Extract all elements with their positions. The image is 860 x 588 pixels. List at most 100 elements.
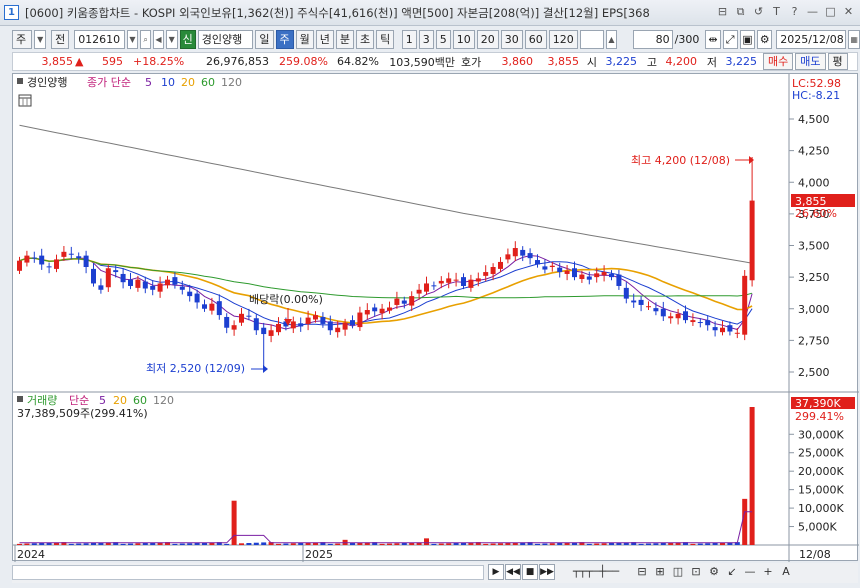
chart-scrollbar[interactable] <box>12 565 484 580</box>
layout-b-icon[interactable]: ⊞ <box>652 564 668 580</box>
layout-d-icon[interactable]: ⊡ <box>688 564 704 580</box>
interval-20[interactable]: 20 <box>476 29 499 49</box>
candle-body <box>527 253 533 259</box>
layout-c-icon[interactable]: ◫ <box>670 564 686 580</box>
volume-bar <box>749 407 755 545</box>
interval-5[interactable]: 5 <box>435 29 451 49</box>
eval-button[interactable]: 평 <box>827 53 848 70</box>
view-select[interactable]: 전 <box>51 29 70 49</box>
interval-spin-icon[interactable]: ▲ <box>605 29 618 49</box>
calendar-icon[interactable] <box>18 94 32 107</box>
font-icon[interactable]: A <box>778 564 794 580</box>
price-legend-ma120: 120 <box>221 76 242 89</box>
period-tick[interactable]: 틱 <box>376 29 395 49</box>
ma-line <box>19 124 753 264</box>
count-input[interactable]: 80 <box>633 29 673 49</box>
interval-1[interactable]: 1 <box>401 29 417 49</box>
interval-3[interactable]: 3 <box>418 29 434 49</box>
rewind-button[interactable]: ◀◀ <box>505 564 521 580</box>
candle-body <box>379 308 385 314</box>
calendar-icon[interactable]: ▦ <box>848 29 860 49</box>
zoom-out-icon[interactable]: — <box>742 564 758 580</box>
play-button[interactable]: ▶ <box>488 564 504 580</box>
period-week[interactable]: 주 <box>275 29 294 49</box>
volume-bar <box>490 543 496 545</box>
volume-bar <box>549 543 555 545</box>
zoom-in-icon[interactable]: + <box>760 564 776 580</box>
volume-bar <box>298 543 304 545</box>
volume-bar <box>83 543 89 545</box>
volume-tick-label: 5,000K <box>798 521 837 534</box>
market-select[interactable]: 주 <box>12 29 33 49</box>
code-dropdown-icon[interactable]: ▼ <box>126 29 139 49</box>
speaker-icon[interactable]: ◀ <box>153 29 164 49</box>
chart-area[interactable]: 경인양행 종가 단순 5 10 20 60 120 LC:52.98 HC:-8… <box>12 73 859 562</box>
candle-body <box>142 281 148 289</box>
amount-value: 103,590백만 <box>389 55 455 69</box>
code-input[interactable]: 012610 <box>74 29 125 49</box>
zoom-slider-icon[interactable]: ┬┬┬─┼── <box>560 564 632 580</box>
speaker-dropdown-icon[interactable]: ▼ <box>165 29 178 49</box>
candle-body <box>113 270 119 273</box>
period-day[interactable]: 일 <box>255 29 274 49</box>
help-icon[interactable]: ? <box>787 4 802 20</box>
period-month[interactable]: 월 <box>295 29 314 49</box>
price-tick-label: 2,750 <box>798 334 830 347</box>
layout-icon[interactable]: ⊟ <box>715 4 730 20</box>
stock-name[interactable]: 경인양행 <box>197 29 254 49</box>
sell-button[interactable]: 매도 <box>795 53 826 70</box>
forward-button[interactable]: ▶▶ <box>539 564 555 580</box>
candle-body <box>253 318 259 331</box>
price-legend-ma60: 60 <box>201 76 215 89</box>
search-icon[interactable]: ⌕ <box>140 29 152 49</box>
close-button[interactable]: ✕ <box>841 4 856 20</box>
candle-body <box>498 261 503 269</box>
minimize-button[interactable]: — <box>805 4 820 20</box>
candle-body <box>623 287 629 299</box>
volume-value: 26,976,853 <box>206 55 269 68</box>
candle-body <box>68 253 74 255</box>
interval-10[interactable]: 10 <box>452 29 475 49</box>
candle-body <box>91 268 96 284</box>
refresh-icon[interactable]: ↺ <box>751 4 766 20</box>
save-icon[interactable]: ▣ <box>739 29 756 49</box>
volume-bar <box>653 543 659 545</box>
volume-ratio: 259.08% <box>279 55 328 68</box>
candle-body <box>239 313 244 323</box>
stop-button[interactable]: ■ <box>522 564 538 580</box>
volume-legend-ma-label: 단순 <box>69 394 89 407</box>
date-input[interactable]: 2025/12/08 <box>776 29 847 49</box>
ma-line <box>19 257 753 299</box>
settings-icon[interactable]: ⚙ <box>757 29 773 49</box>
candle-body <box>335 327 341 333</box>
market-dropdown-icon[interactable]: ▼ <box>34 29 47 49</box>
dividend-annotation: 배당락(0.00%) <box>249 293 323 306</box>
period-second[interactable]: 초 <box>356 29 375 49</box>
layout-a-icon[interactable]: ⊟ <box>634 564 650 580</box>
custom-interval-input[interactable] <box>579 29 604 49</box>
candle-body <box>483 272 489 276</box>
candle-body <box>690 320 696 323</box>
volume-bar <box>135 543 141 545</box>
volume-bar <box>638 543 644 545</box>
volume-bar <box>224 543 230 545</box>
interval-120[interactable]: 120 <box>548 29 578 49</box>
text-icon[interactable]: T <box>769 4 784 20</box>
interval-60[interactable]: 60 <box>524 29 547 49</box>
copy-window-icon[interactable]: ⧉ <box>733 4 748 20</box>
period-year[interactable]: 년 <box>315 29 334 49</box>
candle-body <box>327 321 333 331</box>
maximize-button[interactable]: □ <box>823 4 838 20</box>
draw-icon[interactable]: ↙ <box>724 564 740 580</box>
interval-30[interactable]: 30 <box>500 29 523 49</box>
candle-body <box>202 304 207 309</box>
gear-icon[interactable]: ⚙ <box>706 564 722 580</box>
price-volume-chart[interactable]: 경인양행 종가 단순 5 10 20 60 120 LC:52.98 HC:-8… <box>13 74 859 562</box>
bid-label: 호가 <box>461 55 482 69</box>
crosshair-icon[interactable]: ⤢ <box>722 29 738 49</box>
period-minute[interactable]: 분 <box>335 29 354 49</box>
current-price: 3,855 <box>41 55 74 68</box>
candle-body <box>357 312 363 328</box>
buy-button[interactable]: 매수 <box>763 53 794 70</box>
compress-icon[interactable]: ⇹ <box>705 29 721 49</box>
